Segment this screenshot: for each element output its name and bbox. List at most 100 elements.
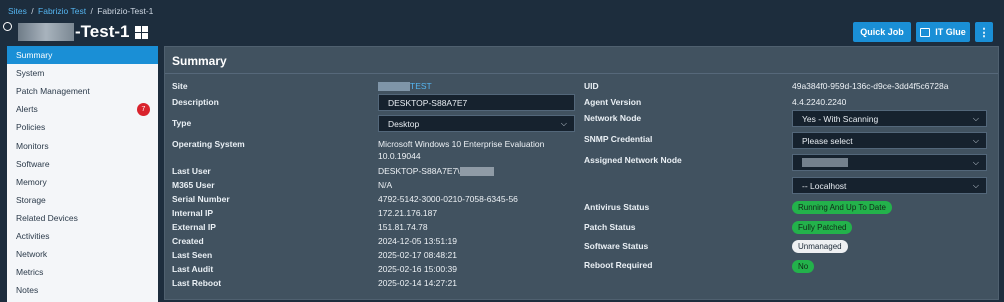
reboot-required-label: Reboot Required	[584, 260, 653, 270]
sidebar-item-alerts[interactable]: Alerts 7	[7, 100, 158, 118]
breadcrumb-separator: /	[31, 6, 34, 16]
uid-label: UID	[584, 81, 599, 91]
chevron-down-icon: ⌵	[972, 158, 979, 167]
antivirus-status-badge: Running And Up To Date	[792, 201, 892, 214]
m365-user-label: M365 User	[172, 180, 215, 190]
it-glue-icon	[920, 27, 931, 37]
site-link[interactable]: TEST	[378, 81, 432, 92]
external-ip-value: 151.81.74.78	[378, 222, 428, 232]
summary-panel: Summary Site TEST Description DESKTOP-S8…	[164, 46, 999, 300]
breadcrumb-sites-link[interactable]: Sites	[8, 6, 27, 16]
last-user-label: Last User	[172, 166, 211, 176]
breadcrumb: Sites / Fabrizio Test / Fabrizio-Test-1	[8, 6, 153, 16]
sidebar-item-related-devices[interactable]: Related Devices	[7, 209, 158, 227]
redacted-network-node	[802, 158, 848, 167]
internal-ip-label: Internal IP	[172, 208, 214, 218]
type-label: Type	[172, 118, 192, 128]
sidebar-item-policies[interactable]: Policies	[7, 118, 158, 136]
site-label: Site	[172, 81, 188, 91]
sidebar-item-label: Storage	[16, 194, 46, 205]
created-label: Created	[172, 236, 204, 246]
snmp-credential-select[interactable]: Please select ⌵	[792, 132, 987, 149]
reboot-required-badge: No	[792, 260, 815, 273]
sidebar-item-label: Metrics	[16, 267, 44, 278]
sidebar-item-notes[interactable]: Notes	[7, 281, 158, 299]
antivirus-status-label: Antivirus Status	[584, 202, 650, 212]
sidebar-item-patch-management[interactable]: Patch Management	[7, 82, 158, 100]
last-seen-value: 2025-02-17 08:48:21	[378, 250, 457, 260]
assigned-network-node-select[interactable]: ⌵	[792, 154, 987, 171]
snmp-credential-label: SNMP Credential	[584, 134, 653, 144]
os-value-line2: 10.0.19044	[378, 151, 421, 161]
description-label: Description	[172, 97, 219, 107]
chevron-down-icon: ⌵	[560, 119, 567, 128]
sidebar-item-label: Memory	[16, 176, 47, 187]
windows-logo-icon	[135, 25, 149, 39]
page-title: -Test-1	[18, 22, 149, 42]
sidebar-item-label: Patch Management	[16, 86, 90, 97]
network-node-select-value: Yes - With Scanning	[802, 113, 879, 124]
quick-job-button[interactable]: Quick Job	[853, 22, 911, 42]
sidebar-item-software[interactable]: Software	[7, 155, 158, 173]
chevron-down-icon: ⌵	[972, 114, 979, 123]
internal-ip-value: 172.21.176.187	[378, 208, 438, 218]
os-value-line1: Microsoft Windows 10 Enterprise Evaluati…	[378, 139, 545, 149]
sidebar-item-label: System	[16, 68, 45, 79]
patch-status-label: Patch Status	[584, 222, 636, 232]
breadcrumb-current: Fabrizio-Test-1	[97, 6, 154, 16]
breadcrumb-separator: /	[90, 6, 93, 16]
sidebar-item-label: Summary	[16, 50, 53, 61]
redacted-username	[459, 167, 494, 177]
last-user-text: DESKTOP-S88A7E7\	[378, 166, 460, 176]
network-node-label: Network Node	[584, 113, 642, 123]
sidebar-item-label: Related Devices	[16, 212, 78, 223]
more-options-button[interactable]: ⋮	[975, 22, 993, 42]
agent-version-value: 4.4.2240.2240	[792, 97, 847, 107]
last-user-value: DESKTOP-S88A7E7\	[378, 166, 494, 177]
localhost-select-value: -- Localhost	[802, 180, 847, 191]
serial-number-value: 4792-5142-3000-0210-7058-6345-56	[378, 194, 518, 204]
sidebar-item-system[interactable]: System	[7, 64, 158, 82]
sidebar-item-monitors[interactable]: Monitors	[7, 136, 158, 154]
created-value: 2024-12-05 13:51:19	[378, 236, 457, 246]
sidebar-item-metrics[interactable]: Metrics	[7, 263, 158, 281]
assigned-network-node-label: Assigned Network Node	[584, 155, 682, 165]
sidebar-item-label: Software	[16, 158, 50, 169]
description-field[interactable]: DESKTOP-S88A7E7	[378, 94, 575, 111]
type-select-value: Desktop	[388, 118, 420, 129]
last-audit-value: 2025-02-16 15:00:39	[378, 264, 457, 274]
sidebar-item-memory[interactable]: Memory	[7, 173, 158, 191]
divider	[165, 73, 998, 74]
sidebar-item-label: Policies	[16, 122, 46, 133]
sidebar-item-summary[interactable]: Summary	[7, 46, 158, 65]
localhost-select[interactable]: -- Localhost ⌵	[792, 177, 987, 194]
breadcrumb-customer-link[interactable]: Fabrizio Test	[38, 6, 86, 16]
sidebar-item-storage[interactable]: Storage	[7, 191, 158, 209]
type-select[interactable]: Desktop ⌵	[378, 115, 575, 132]
software-status-badge: Unmanaged	[792, 240, 848, 253]
m365-user-value: N/A	[378, 180, 393, 190]
os-label: Operating System	[172, 139, 245, 149]
sidebar-item-label: Activities	[16, 230, 50, 241]
agent-version-label: Agent Version	[584, 97, 642, 107]
site-value: TEST	[410, 81, 432, 91]
last-reboot-label: Last Reboot	[172, 278, 222, 288]
sidebar-item-label: Monitors	[16, 140, 49, 151]
summary-title: Summary	[172, 54, 227, 68]
uid-value: 49a384f0-959d-136c-d9ce-3dd4f5c6728a	[792, 81, 949, 91]
sidebar-item-label: Notes	[16, 285, 39, 296]
sidebar-item-network[interactable]: Network	[7, 245, 158, 263]
alerts-count-badge: 7	[137, 102, 150, 116]
software-status-label: Software Status	[584, 241, 649, 251]
last-seen-label: Last Seen	[172, 250, 213, 260]
snmp-credential-select-value: Please select	[802, 135, 853, 146]
chevron-down-icon: ⌵	[972, 181, 979, 190]
sidebar-item-label: Alerts	[16, 104, 38, 115]
page-title-text: -Test-1	[75, 22, 130, 41]
network-node-select[interactable]: Yes - With Scanning ⌵	[792, 110, 987, 127]
chevron-down-icon: ⌵	[972, 136, 979, 145]
sidebar-item-activities[interactable]: Activities	[7, 227, 158, 245]
it-glue-button[interactable]: IT Glue	[916, 22, 970, 42]
status-indicator-icon	[3, 22, 12, 31]
redacted-site-name	[378, 82, 410, 92]
